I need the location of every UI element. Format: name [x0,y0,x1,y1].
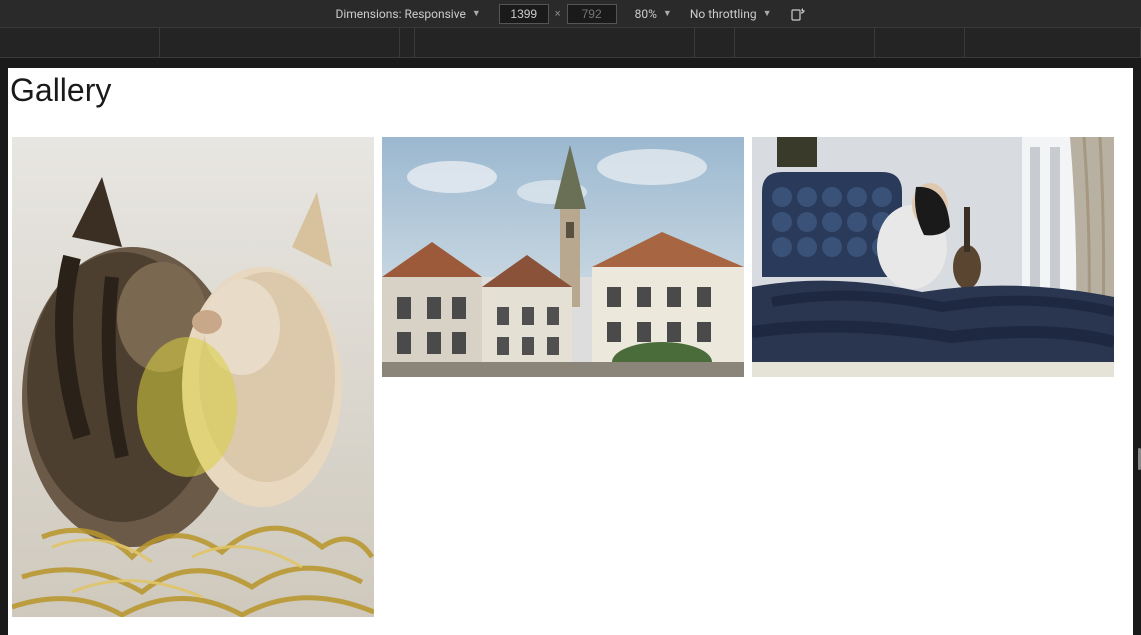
caret-down-icon: ▼ [663,8,672,19]
dimension-inputs: × [499,4,617,24]
zoom-dropdown[interactable]: 80% ▼ [635,7,672,21]
devtools-device-toolbar: Dimensions: Responsive ▼ × 80% ▼ No thro… [0,0,1141,28]
height-input[interactable] [567,4,617,24]
rotate-button[interactable] [790,6,806,22]
caret-down-icon: ▼ [472,8,481,19]
throttling-dropdown[interactable]: No throttling ▼ [690,7,772,21]
dimension-separator: × [555,7,561,20]
rotate-icon [790,6,806,22]
throttling-label: No throttling [690,7,757,21]
zoom-label: 80% [635,7,657,21]
width-input[interactable] [499,4,549,24]
caret-down-icon: ▼ [763,8,772,19]
gallery-image-cats[interactable] [12,137,374,617]
rendered-page[interactable]: Gallery [8,68,1133,635]
dimensions-label: Dimensions: Responsive [335,7,465,21]
dimensions-dropdown[interactable]: Dimensions: Responsive ▼ [335,7,480,21]
secondary-bar [0,28,1141,58]
gallery [8,109,1133,617]
gallery-image-bedroom[interactable] [752,137,1114,377]
viewport-wrapper: Gallery [0,58,1141,635]
gallery-image-town[interactable] [382,137,744,377]
page-title: Gallery [8,68,1133,109]
